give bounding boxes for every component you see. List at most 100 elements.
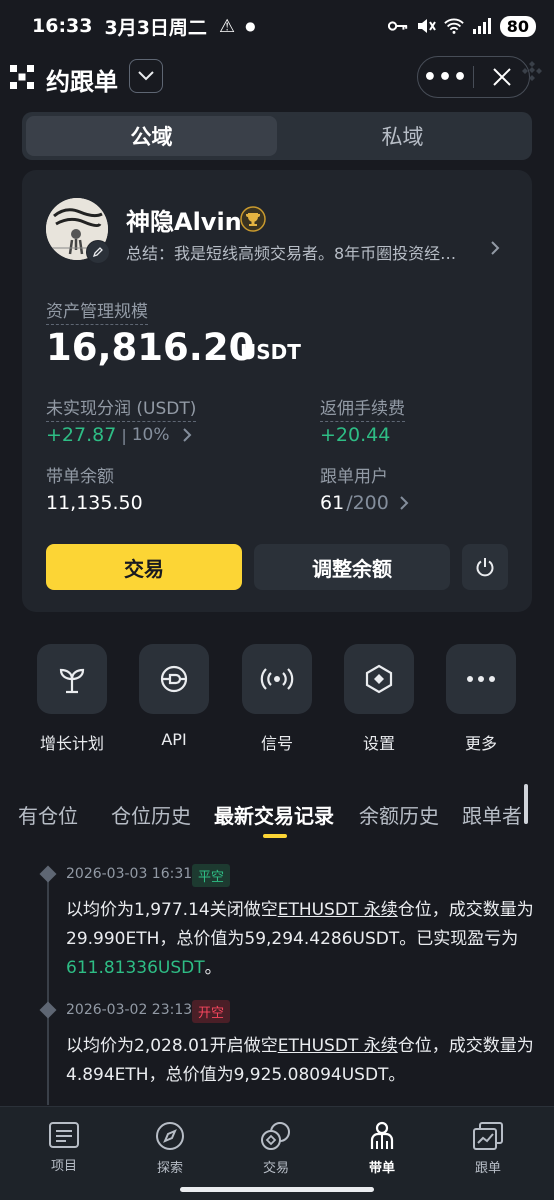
unrealized-separator: | xyxy=(121,425,127,445)
symbol-link[interactable]: ETHUSDT 永续 xyxy=(278,900,398,920)
chevron-right-icon[interactable] xyxy=(490,240,500,260)
trader-name: 神隐Alvin xyxy=(126,208,242,236)
record-text-a: 以均价为1,977.14关闭做空 xyxy=(66,900,278,920)
action-label: 信号 xyxy=(260,734,293,753)
action-label: 增长计划 xyxy=(39,734,104,753)
tab-balance-history[interactable]: 余额历史 xyxy=(359,800,439,829)
notification-dot-icon: ● xyxy=(245,19,256,33)
exchange-icon xyxy=(261,1122,290,1150)
page-title: 约跟单 xyxy=(46,68,118,96)
adjust-balance-button[interactable]: 调整余额 xyxy=(254,544,450,590)
bottom-navigation: 项目 探索 交易 带单 跟单 xyxy=(0,1106,554,1200)
tab-position-history[interactable]: 仓位历史 xyxy=(111,800,191,829)
binance-logo-icon xyxy=(0,52,44,102)
copy-chart-icon xyxy=(473,1122,503,1150)
record-time: 2026-03-02 23:13 xyxy=(66,1002,193,1018)
mute-icon xyxy=(416,16,436,36)
cell-signal-icon xyxy=(472,16,492,36)
status-icons: 80 xyxy=(387,15,536,37)
record-text-c: 。 xyxy=(204,958,222,978)
status-time: 16:33 xyxy=(32,15,93,37)
copiers-row[interactable]: 61 /200 xyxy=(320,492,409,514)
action-signal[interactable]: 信号 xyxy=(227,644,327,754)
battery-level: 80 xyxy=(499,15,536,37)
key-icon xyxy=(387,16,408,36)
nav-copy-trading[interactable]: 跟单 xyxy=(438,1121,538,1176)
timeline-line xyxy=(47,875,49,1105)
tab-latest-trades[interactable]: 最新交易记录 xyxy=(214,800,334,829)
api-plug-icon xyxy=(139,644,209,714)
rebate-value: +20.44 xyxy=(320,424,391,446)
action-api[interactable]: API xyxy=(124,644,224,749)
tab-public[interactable]: 公域 xyxy=(26,116,277,156)
action-settings[interactable]: 设置 xyxy=(329,644,429,754)
action-label: 设置 xyxy=(362,734,395,753)
warning-icon: ⚠ xyxy=(218,15,236,37)
title-dropdown-button[interactable] xyxy=(129,59,163,93)
realized-pnl: 611.81336USDT xyxy=(66,958,205,978)
chevron-down-icon xyxy=(138,71,154,81)
copiers-count: 61 xyxy=(320,492,345,514)
action-growth-plan[interactable]: 增长计划 xyxy=(22,644,122,754)
trader-card: 神隐Alvin 总结：我是短线高频交易者。8年币圈投资经… 资产管理规模 16,… xyxy=(22,170,532,612)
home-indicator[interactable] xyxy=(180,1187,374,1192)
profit-share-pct: 10% xyxy=(131,425,170,445)
lead-balance-label: 带单余额 xyxy=(46,467,114,487)
signal-broadcast-icon xyxy=(242,644,312,714)
nav-label: 项目 xyxy=(50,1159,77,1174)
copiers-max: /200 xyxy=(346,492,389,514)
binance-corner-icon xyxy=(510,42,554,98)
status-date: 3月3日周二 xyxy=(104,16,207,39)
record-text: 以均价为1,977.14关闭做空ETHUSDT 永续仓位，成交数量为29.990… xyxy=(66,896,536,983)
record-text: 以均价为2,028.01开启做空ETHUSDT 永续仓位，成交数量为4.894E… xyxy=(66,1032,536,1090)
record-tag-open-short: 开空 xyxy=(192,1000,231,1023)
quick-actions: 增长计划 API 信号 设置 更多 xyxy=(0,644,554,754)
unrealized-pnl-value: +27.87 xyxy=(46,424,117,446)
list-icon xyxy=(49,1122,79,1148)
more-options-button[interactable]: ••• xyxy=(418,65,473,90)
compass-icon xyxy=(156,1122,184,1150)
lead-balance-value: 11,135.50 xyxy=(46,492,143,514)
unrealized-pnl-label[interactable]: 未实现分润 (USDT) xyxy=(46,394,197,422)
aum-label[interactable]: 资产管理规模 xyxy=(46,297,148,325)
lead-trader-icon xyxy=(370,1121,394,1149)
trade-button[interactable]: 交易 xyxy=(46,544,242,590)
trader-summary[interactable]: 总结：我是短线高频交易者。8年币圈投资经… xyxy=(126,240,486,264)
sprout-icon xyxy=(37,644,107,714)
record-tag-close-short: 平空 xyxy=(192,864,231,887)
edit-avatar-button[interactable] xyxy=(86,240,110,264)
action-more[interactable]: 更多 xyxy=(431,644,531,754)
pencil-icon xyxy=(92,247,103,258)
chevron-right-icon xyxy=(182,428,191,442)
nav-label: 跟单 xyxy=(474,1161,501,1176)
visibility-segment: 公域 私域 xyxy=(22,112,532,160)
timeline-marker xyxy=(39,1001,57,1019)
unrealized-pnl-row[interactable]: +27.87 | 10% xyxy=(46,424,192,446)
nav-projects[interactable]: 项目 xyxy=(14,1121,114,1174)
more-dots-icon xyxy=(446,644,516,714)
symbol-link[interactable]: ETHUSDT 永续 xyxy=(278,1036,398,1056)
nav-label: 探索 xyxy=(156,1161,183,1176)
rebate-label[interactable]: 返佣手续费 xyxy=(320,394,405,422)
nav-lead-trading[interactable]: 带单 xyxy=(332,1121,432,1176)
action-label: API xyxy=(161,730,187,749)
timeline-marker xyxy=(39,865,57,883)
aum-value: 16,816.20 xyxy=(46,326,255,369)
close-icon xyxy=(492,68,511,86)
chevron-right-icon xyxy=(400,496,409,510)
tab-private[interactable]: 私域 xyxy=(277,116,528,156)
stop-leading-button[interactable] xyxy=(462,544,508,590)
nav-label: 交易 xyxy=(262,1161,289,1176)
tab-copiers[interactable]: 跟单者 xyxy=(462,800,522,829)
nav-label: 带单 xyxy=(368,1161,395,1176)
tab-positions[interactable]: 有仓位 xyxy=(18,800,78,829)
nav-trade[interactable]: 交易 xyxy=(226,1121,326,1176)
record-time: 2026-03-03 16:31 xyxy=(66,866,193,882)
aum-unit: USDT xyxy=(240,340,301,364)
settings-hex-icon xyxy=(344,644,414,714)
trophy-badge-icon xyxy=(240,206,266,232)
copiers-label: 跟单用户 xyxy=(320,467,388,487)
wifi-icon xyxy=(443,16,464,36)
nav-explore[interactable]: 探索 xyxy=(120,1121,220,1176)
tabs-scrollbar[interactable] xyxy=(524,784,528,824)
